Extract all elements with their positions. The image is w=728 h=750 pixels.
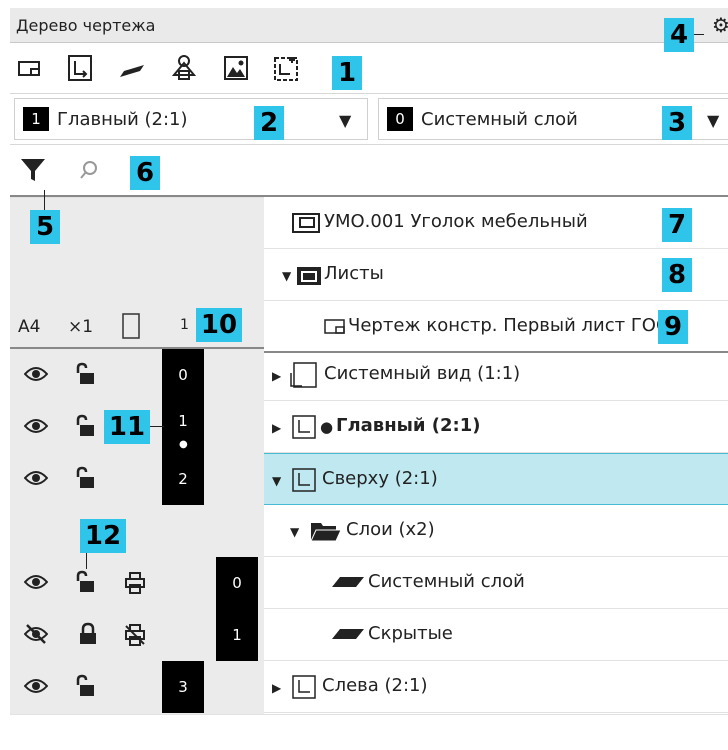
view-icon (292, 468, 316, 492)
tree-row-layer-0[interactable]: Системный слой (264, 557, 728, 609)
callout-8: 8 (662, 258, 692, 292)
view-number-badge: 0 (162, 349, 204, 401)
tree-row-layer-1[interactable]: Скрытые (264, 609, 728, 661)
filter-search-row (10, 145, 728, 197)
eye-icon[interactable] (24, 416, 48, 436)
tree-row-view-2[interactable]: ▼ Сверху (2:1) (264, 453, 728, 505)
document-icon (292, 213, 320, 233)
callout-leader (694, 34, 704, 35)
sheet-count: 1 (180, 317, 189, 333)
sheets-folder-icon (297, 267, 321, 285)
sheet-icon[interactable] (16, 53, 44, 83)
layer-number-badge: 0 (216, 557, 258, 609)
view-icon[interactable] (66, 53, 94, 83)
caret-right-icon[interactable]: ▶ (272, 681, 281, 695)
filter-icon[interactable] (20, 157, 46, 183)
layer-name: Системный слой (368, 571, 525, 592)
no-print-icon[interactable] (124, 624, 146, 646)
view-icon (292, 675, 316, 699)
caret-right-icon[interactable]: ▶ (272, 421, 281, 435)
unlocked-icon[interactable] (74, 362, 98, 386)
eye-icon[interactable] (24, 572, 48, 592)
unlocked-icon[interactable] (74, 674, 98, 698)
tree-row-view-1[interactable]: ▶ ● Главный (2:1) (264, 401, 728, 453)
callout-1: 1 (332, 56, 362, 90)
view-selector[interactable]: 1 Главный (2:1) ▼ (14, 98, 368, 140)
caret-down-icon[interactable]: ▼ (282, 269, 291, 283)
callout-12: 12 (80, 519, 126, 553)
printer-icon[interactable] (124, 572, 146, 594)
eye-icon[interactable] (24, 468, 48, 488)
eye-icon[interactable] (24, 676, 48, 696)
callout-leader (44, 190, 45, 210)
sheet-name: Чертеж констр. Первый лист ГОСТ (348, 315, 680, 336)
document-name: УМО.001 Уголок мебельный (324, 211, 588, 232)
view-layer-selector-row: 1 Главный (2:1) ▼ 0 Системный слой ▼ (10, 94, 728, 145)
view-name: Системный вид (1:1) (324, 363, 521, 384)
tree-row-view-3[interactable]: ▶ Слева (2:1) (264, 661, 728, 713)
view-number-badge: 3 (162, 661, 204, 713)
view-icon (292, 415, 316, 439)
image-icon[interactable] (222, 53, 250, 83)
search-icon[interactable] (78, 159, 100, 181)
callout-7: 7 (662, 208, 692, 242)
panel-title-bar: Дерево чертежа ⚙ (10, 8, 728, 43)
layers-group-label: Слои (x2) (346, 519, 435, 540)
tree-row-layers-group[interactable]: ▼ Слои (x2) (264, 505, 728, 557)
layer-number: 0 (387, 107, 413, 131)
callout-10: 10 (196, 308, 242, 342)
caret-down-icon[interactable]: ▼ (272, 474, 281, 488)
callout-2: 2 (254, 106, 284, 140)
callout-6: 6 (130, 156, 160, 190)
caret-down-icon[interactable]: ▼ (290, 525, 299, 539)
layer-icon[interactable] (118, 53, 146, 83)
unlocked-icon[interactable] (74, 570, 98, 594)
view-name: Слева (2:1) (322, 675, 428, 696)
unlocked-icon[interactable] (74, 414, 98, 438)
current-view-dot: ● (320, 418, 334, 436)
view-name: Сверху (2:1) (322, 468, 438, 489)
drawing-tree-panel: Дерево чертежа ⚙ 1 Главный (2:1) ▼ 0 Сис… (0, 0, 728, 750)
insert-view-icon[interactable] (272, 53, 300, 83)
tree-row-view-0[interactable]: ▶ Системный вид (1:1) (264, 349, 728, 401)
callout-5: 5 (30, 210, 60, 244)
unlocked-icon[interactable] (74, 466, 98, 490)
callout-11: 11 (104, 410, 150, 444)
layers-folder-icon (310, 523, 342, 542)
page-orientation-icon (122, 313, 140, 339)
view-name: Главный (2:1) (336, 415, 481, 436)
sheet-scale: ×1 (68, 317, 94, 337)
toolbar (10, 43, 728, 94)
tree-row-document[interactable]: УМО.001 Уголок мебельный (264, 197, 728, 249)
view-number-badge: 1 ● (162, 401, 204, 453)
layer-selector-label: Системный слой (421, 109, 578, 130)
locked-icon[interactable] (78, 622, 98, 646)
callout-3: 3 (662, 106, 692, 140)
view-icon (290, 362, 317, 388)
view-selector-label: Главный (2:1) (57, 109, 188, 130)
layer-icon (332, 629, 364, 639)
chevron-down-icon[interactable]: ▼ (707, 111, 719, 130)
gear-icon[interactable]: ⚙ (712, 15, 728, 35)
layer-icon (332, 577, 364, 587)
panel-title: Дерево чертежа (16, 16, 156, 35)
panel-empty-area (10, 714, 728, 750)
callout-4: 4 (664, 18, 694, 52)
view-number: 1 (23, 107, 49, 131)
view-number-badge: 2 (162, 453, 204, 505)
sheet-icon (324, 319, 345, 334)
caret-right-icon[interactable]: ▶ (272, 369, 281, 383)
callout-leader (86, 553, 87, 569)
eye-hidden-icon[interactable] (24, 622, 48, 646)
chevron-down-icon[interactable]: ▼ (339, 111, 351, 130)
sheets-label: Листы (324, 263, 384, 284)
callout-9: 9 (658, 310, 688, 344)
layer-name: Скрытые (368, 623, 453, 644)
eye-icon[interactable] (24, 364, 48, 384)
object-icon[interactable] (170, 53, 198, 83)
layer-number-badge: 1 (216, 609, 258, 661)
tree-row-sheets[interactable]: ▼ Листы (264, 249, 728, 301)
sheet-format: A4 (18, 317, 41, 337)
